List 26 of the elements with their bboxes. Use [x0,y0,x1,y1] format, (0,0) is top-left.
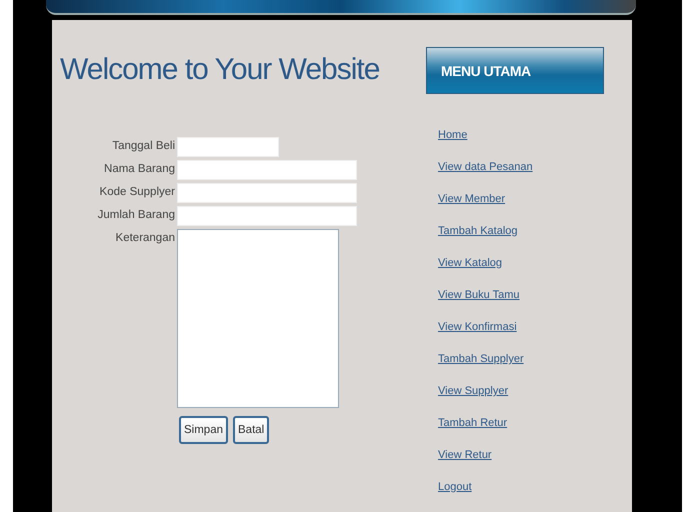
input-field[interactable] [177,183,357,203]
field-label: Jumlah Barang [96,208,176,223]
site-title: Welcome to Your Website [60,52,380,88]
menu-link[interactable]: View data Pesanan [438,160,533,175]
field-label: Nama Barang [103,162,176,177]
menu-link[interactable]: View Katalog [438,256,502,271]
input-field[interactable] [177,206,357,226]
input-field[interactable] [177,137,279,157]
field-label: Keterangan [114,231,176,246]
menu-title: MENU UTAMA [441,62,531,78]
input-field[interactable] [177,160,357,180]
menu-link[interactable]: Home [438,128,468,143]
menu-link[interactable]: View Supplyer [438,384,508,399]
menu-link[interactable]: View Retur [438,448,492,463]
save-button[interactable]: Simpan [179,416,228,444]
menu-link[interactable]: Logout [438,480,472,495]
cancel-button[interactable]: Batal [233,416,270,444]
menu-link[interactable]: View Member [438,192,506,207]
textarea-field[interactable] [177,229,339,408]
menu-link[interactable]: View Buku Tamu [438,288,520,303]
field-label: Tanggal Beli [111,139,176,154]
menu-link[interactable]: Tambah Retur [438,416,508,431]
menu-link[interactable]: View Konfirmasi [438,320,517,335]
menu-link[interactable]: Tambah Katalog [438,224,518,239]
field-label: Kode Supplyer [98,185,176,200]
menu-link[interactable]: Tambah Supplyer [438,352,524,367]
